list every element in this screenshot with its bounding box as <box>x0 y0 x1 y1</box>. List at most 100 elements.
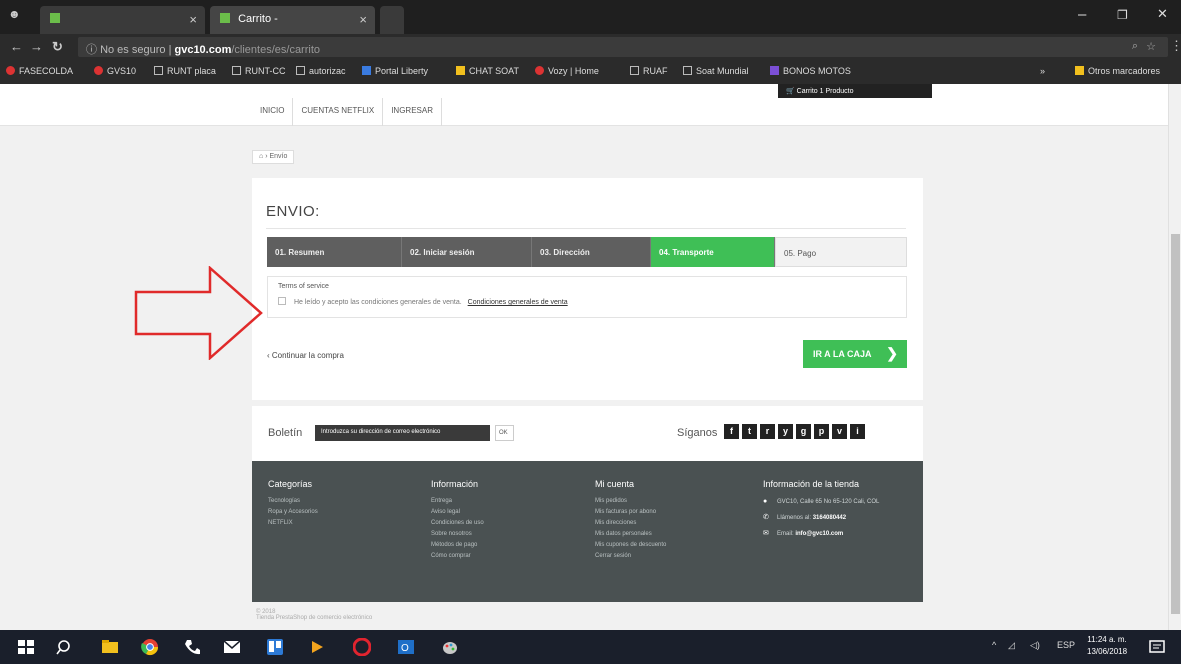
footer-link[interactable]: Cómo comprar <box>431 553 484 559</box>
other-bookmarks[interactable]: Otros marcadores <box>1075 66 1160 76</box>
footer-link[interactable]: Sobre nosotros <box>431 531 484 537</box>
step-iniciar-sesion[interactable]: 02. Iniciar sesión <box>402 237 532 267</box>
zoom-icon[interactable]: ⌕ <box>1132 40 1138 53</box>
browser-toolbar: ← → ↻ ⓘ No es seguro | gvc10.com/cliente… <box>0 34 1181 60</box>
phone-app-icon[interactable] <box>183 638 201 656</box>
envelope-icon: ✉ <box>763 530 769 537</box>
notifications-icon[interactable] <box>1148 638 1166 656</box>
instagram-icon[interactable]: i <box>850 424 865 439</box>
trello-icon[interactable] <box>266 638 284 656</box>
footer-store-info: Información de la tienda ● GVC10, Calle 6… <box>763 479 880 537</box>
nav-cuentas-netflix[interactable]: CUENTAS NETFLIX <box>293 98 384 126</box>
tab-close-icon[interactable]: × <box>359 12 367 27</box>
footer-link[interactable]: Ropa y Accesorios <box>268 509 318 515</box>
page-title: ENVIO: <box>266 203 320 220</box>
windows-start-icon[interactable] <box>17 638 35 656</box>
forward-icon[interactable]: → <box>30 39 43 54</box>
vimeo-icon[interactable]: v <box>832 424 847 439</box>
home-icon[interactable]: ⌂ <box>259 153 263 160</box>
bookmarks-overflow-icon[interactable]: » <box>1040 66 1045 76</box>
tab-favicon-icon <box>220 13 230 23</box>
terms-link[interactable]: Condiciones generales de venta <box>468 299 568 306</box>
footer-categories: Categorías Tecnologías Ropa y Accesorios… <box>268 479 318 526</box>
footer-link[interactable]: Mis facturas por abono <box>595 509 666 515</box>
browser-tab-2[interactable]: Carrito - × <box>210 6 375 34</box>
nav-inicio[interactable]: INICIO <box>252 98 294 126</box>
bookmark-ruaf[interactable]: RUAF <box>630 66 668 76</box>
bookmark-runt-placa[interactable]: RUNT placa <box>154 66 216 76</box>
google-plus-icon[interactable]: g <box>796 424 811 439</box>
tray-expand-icon[interactable]: ^ <box>992 640 996 650</box>
chrome-icon[interactable] <box>141 638 159 656</box>
folder-icon <box>1075 66 1084 75</box>
bookmark-soat-mundial[interactable]: Soat Mundial <box>683 66 749 76</box>
facebook-icon[interactable]: f <box>724 424 739 439</box>
footer-link[interactable]: Aviso legal <box>431 509 484 515</box>
footer-link[interactable]: Mis pedidos <box>595 498 666 504</box>
file-explorer-icon[interactable] <box>101 638 119 656</box>
bookmark-icon <box>770 66 779 75</box>
youtube-icon[interactable]: y <box>778 424 793 439</box>
step-resumen[interactable]: 01. Resumen <box>267 237 402 267</box>
tab-close-icon[interactable]: × <box>189 12 197 27</box>
footer-link[interactable]: Entrega <box>431 498 484 504</box>
close-window-icon[interactable]: ✕ <box>1157 6 1168 22</box>
footer-link[interactable]: Mis direcciones <box>595 520 666 526</box>
scrollbar-thumb[interactable] <box>1171 234 1180 614</box>
footer-link[interactable]: Mis datos personales <box>595 531 666 537</box>
rss-icon[interactable]: r <box>760 424 775 439</box>
terms-checkbox[interactable] <box>278 297 286 305</box>
clock[interactable]: 11:24 a. m. 13/06/2018 <box>1087 634 1127 658</box>
page-icon <box>154 66 163 75</box>
page-scrollbar[interactable] <box>1168 84 1181 630</box>
bookmark-chat-soat[interactable]: CHAT SOAT <box>456 66 519 76</box>
page-icon <box>683 66 692 75</box>
bookmark-vozy[interactable]: Vozy | Home <box>535 66 599 76</box>
step-pago: 05. Pago <box>775 237 907 267</box>
browser-tab-1[interactable]: × <box>40 6 205 34</box>
footer-link[interactable]: NETFLIX <box>268 520 318 526</box>
footer-link[interactable]: Métodos de pago <box>431 542 484 548</box>
bookmark-runt-cc[interactable]: RUNT-CC <box>232 66 286 76</box>
bookmark-bonos-motos[interactable]: BONOS MOTOS <box>770 66 851 76</box>
search-icon[interactable] <box>56 638 74 656</box>
menu-icon[interactable]: ⋮ <box>1170 38 1181 54</box>
minimize-icon[interactable]: – <box>1078 6 1086 23</box>
new-tab-button[interactable] <box>380 6 404 34</box>
profile-icon[interactable]: ☻ <box>8 7 21 21</box>
go-to-checkout-button[interactable]: IR A LA CAJA ❯ <box>803 340 907 368</box>
media-player-icon[interactable] <box>308 638 326 656</box>
maximize-icon[interactable]: ❐ <box>1117 8 1128 22</box>
tab-favicon-icon <box>50 13 60 23</box>
newsletter-email-input[interactable]: Introduzca su dirección de correo electr… <box>315 425 490 441</box>
step-direccion[interactable]: 03. Dirección <box>532 237 651 267</box>
footer-link[interactable]: Condiciones de uso <box>431 520 484 526</box>
url-path: /clientes/es/carrito <box>231 44 321 56</box>
twitter-icon[interactable]: t <box>742 424 757 439</box>
footer-link[interactable]: Mis cupones de descuento <box>595 542 666 548</box>
bookmark-fasecolda[interactable]: FASECOLDA <box>6 66 73 76</box>
cart-button[interactable]: 🛒 Carrito 1 Producto <box>778 84 932 98</box>
browser-tab-bar: ☻ × Carrito - × – ❐ ✕ <box>0 0 1181 34</box>
back-icon[interactable]: ← <box>10 39 23 54</box>
address-bar[interactable]: ⓘ No es seguro | gvc10.com/clientes/es/c… <box>78 37 1168 57</box>
mail-icon[interactable] <box>223 638 241 656</box>
footer-link[interactable]: Tecnologías <box>268 498 318 504</box>
paint-icon[interactable] <box>441 638 459 656</box>
opera-icon[interactable] <box>353 638 371 656</box>
footer-link[interactable]: Cerrar sesión <box>595 553 666 559</box>
bookmark-portal-liberty[interactable]: Portal Liberty <box>362 66 428 76</box>
language-indicator[interactable]: ESP <box>1057 640 1075 650</box>
bookmark-gvs10[interactable]: GVS10 <box>94 66 136 76</box>
star-icon[interactable]: ☆ <box>1146 40 1156 53</box>
nav-ingresar[interactable]: INGRESAR <box>383 98 442 126</box>
pinterest-icon[interactable]: p <box>814 424 829 439</box>
volume-icon[interactable]: ◁) <box>1030 640 1040 651</box>
outlook-icon[interactable]: O <box>397 638 415 656</box>
continue-shopping-link[interactable]: ‹ Continuar la compra <box>267 351 344 360</box>
newsletter-ok-button[interactable]: OK <box>495 425 514 441</box>
page-icon <box>630 66 639 75</box>
reload-icon[interactable]: ↻ <box>52 39 63 55</box>
bookmark-autorizac[interactable]: autorizac <box>296 66 346 76</box>
network-icon[interactable]: ◿ <box>1008 640 1015 651</box>
